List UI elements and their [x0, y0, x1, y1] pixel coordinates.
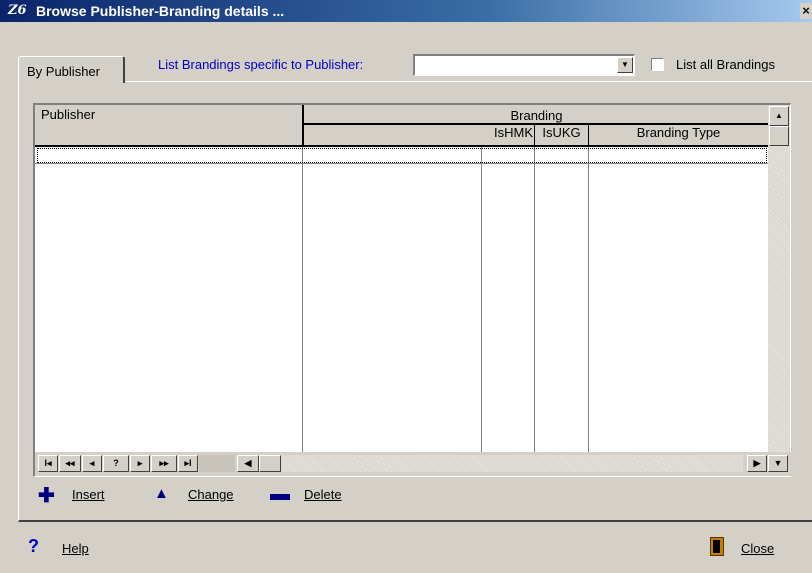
scroll-up-icon[interactable]: ▲	[769, 106, 789, 126]
tab-label: By Publisher	[27, 64, 100, 79]
find-record-button[interactable]: ?	[103, 455, 129, 472]
scroll-down-icon[interactable]: ▼	[768, 455, 788, 472]
insert-label: Insert	[72, 487, 105, 502]
branding-grid: Publisher Branding IsHMK IsUKG Branding …	[33, 103, 793, 477]
tab-by-publisher[interactable]: By Publisher	[18, 56, 125, 83]
previous-record-button[interactable]: ◂	[82, 455, 102, 472]
table-row[interactable]	[37, 148, 767, 163]
horizontal-scrollbar-track[interactable]	[281, 455, 743, 472]
close-icon[interactable]: ×	[800, 3, 812, 19]
title-bar: Z6 Browse Publisher-Branding details ...…	[0, 0, 812, 22]
h-scroll-thumb[interactable]	[259, 455, 281, 472]
publisher-combo[interactable]: ▼	[413, 54, 635, 76]
column-line	[481, 147, 482, 452]
help-button[interactable]: Help	[62, 541, 89, 556]
app-icon: Z6	[8, 3, 27, 18]
previous-page-button[interactable]: ◂◂	[59, 455, 81, 472]
column-line	[588, 147, 589, 452]
column-line	[302, 147, 303, 452]
first-record-button[interactable]: I◂	[38, 455, 58, 472]
scroll-thumb[interactable]	[769, 126, 789, 146]
grid-header: Publisher Branding IsHMK IsUKG Branding …	[35, 105, 768, 147]
list-all-checkbox[interactable]	[651, 58, 664, 71]
record-navigator: I◂ ◂◂ ◂ ? ▸ ▸▸ ▸I ◀ ▶ ▼	[35, 452, 793, 476]
plus-icon: ✚	[38, 485, 55, 507]
vertical-scrollbar[interactable]: ▲	[768, 105, 790, 452]
column-header-publisher[interactable]: Publisher	[41, 107, 95, 122]
column-header-branding-type[interactable]: Branding Type	[589, 125, 768, 140]
triangle-icon: ▲	[154, 485, 169, 502]
scroll-right-icon[interactable]: ▶	[747, 455, 767, 472]
column-header-isukg[interactable]: IsUKG	[535, 125, 588, 140]
row-divider	[35, 163, 768, 164]
delete-label: Delete	[304, 487, 342, 502]
column-line	[534, 147, 535, 452]
next-page-button[interactable]: ▸▸	[151, 455, 177, 472]
h-scroll-gap	[199, 455, 235, 472]
close-button[interactable]: Close	[741, 541, 774, 556]
chevron-down-icon[interactable]: ▼	[617, 57, 633, 73]
window-title: Browse Publisher-Branding details ...	[36, 3, 285, 19]
publisher-filter-label: List Brandings specific to Publisher:	[158, 57, 364, 72]
column-header-branding[interactable]: Branding	[305, 108, 768, 123]
column-header-ishmk[interactable]: IsHMK	[481, 125, 533, 140]
scroll-left-icon[interactable]: ◀	[237, 455, 259, 472]
question-icon[interactable]: ?	[28, 536, 39, 557]
next-record-button[interactable]: ▸	[130, 455, 150, 472]
last-record-button[interactable]: ▸I	[178, 455, 198, 472]
minus-icon: ▬	[270, 483, 290, 505]
change-label: Change	[188, 487, 234, 502]
column-divider	[302, 105, 304, 147]
grid-body[interactable]	[35, 147, 768, 452]
list-all-label[interactable]: List all Brandings	[676, 57, 775, 72]
door-exit-icon[interactable]	[710, 537, 724, 556]
